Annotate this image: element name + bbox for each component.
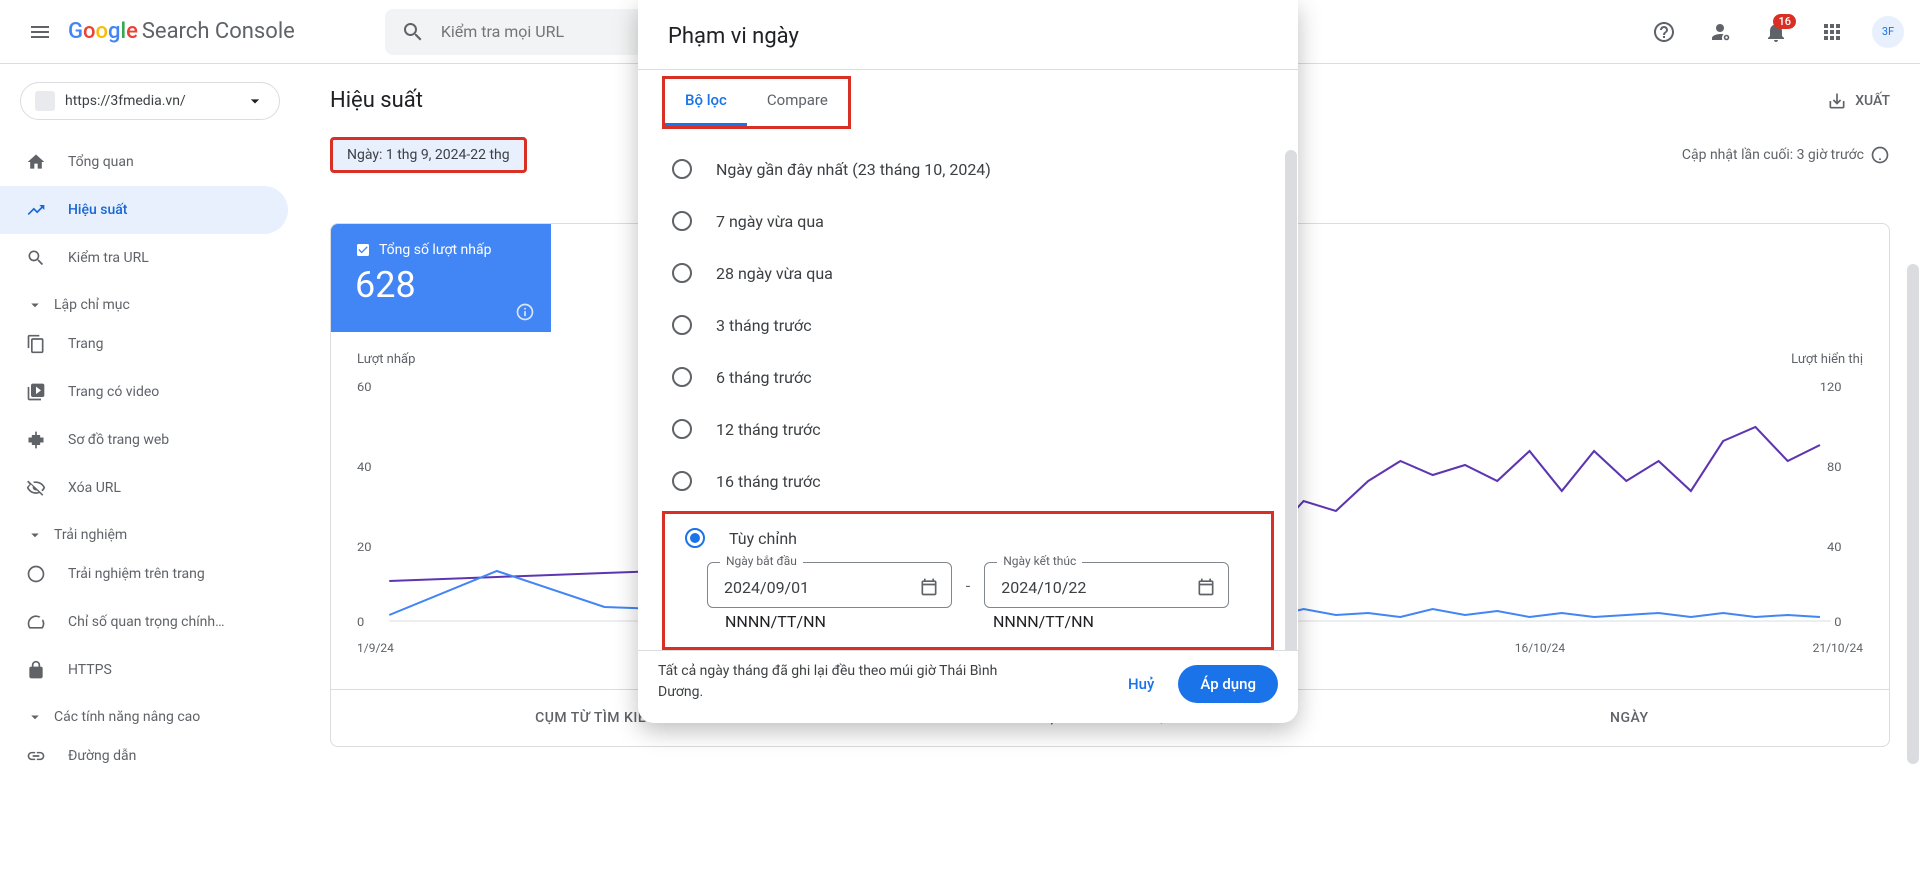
modal-title: Phạm vi ngày	[638, 0, 1298, 59]
start-date-hint: NNNN/TT/NN	[707, 612, 961, 631]
date-range-modal: Phạm vi ngày Bộ lọc Compare Ngày gần đây…	[638, 0, 1298, 723]
calendar-icon[interactable]	[919, 577, 939, 597]
radio-3m[interactable]: 3 tháng trước	[662, 299, 1274, 351]
radio-6m[interactable]: 6 tháng trước	[662, 351, 1274, 403]
cancel-button[interactable]: Huỷ	[1114, 667, 1168, 701]
end-date-label: Ngày kết thúc	[997, 554, 1082, 568]
radio-custom[interactable]: Tùy chỉnh	[675, 524, 1261, 548]
end-date-input[interactable]	[1001, 578, 1121, 597]
apply-button[interactable]: Áp dụng	[1178, 665, 1278, 703]
modal-tab-compare[interactable]: Compare	[747, 79, 848, 126]
calendar-icon[interactable]	[1196, 577, 1216, 597]
modal-tab-filter[interactable]: Bộ lọc	[665, 79, 747, 126]
radio-16m[interactable]: 16 tháng trước	[662, 455, 1274, 507]
timezone-note: Tất cả ngày tháng đã ghi lại đều theo mú…	[658, 661, 1018, 703]
radio-7d[interactable]: 7 ngày vừa qua	[662, 195, 1274, 247]
end-date-field[interactable]: Ngày kết thúc	[984, 562, 1229, 608]
radio-most-recent[interactable]: Ngày gần đây nhất (23 tháng 10, 2024)	[662, 143, 1274, 195]
radio-12m[interactable]: 12 tháng trước	[662, 403, 1274, 455]
modal-scrollbar[interactable]	[1284, 150, 1298, 650]
radio-28d[interactable]: 28 ngày vừa qua	[662, 247, 1274, 299]
start-date-input[interactable]	[724, 578, 844, 597]
start-date-field[interactable]: Ngày bắt đầu	[707, 562, 952, 608]
start-date-label: Ngày bắt đầu	[720, 554, 803, 568]
end-date-hint: NNNN/TT/NN	[975, 612, 1229, 631]
